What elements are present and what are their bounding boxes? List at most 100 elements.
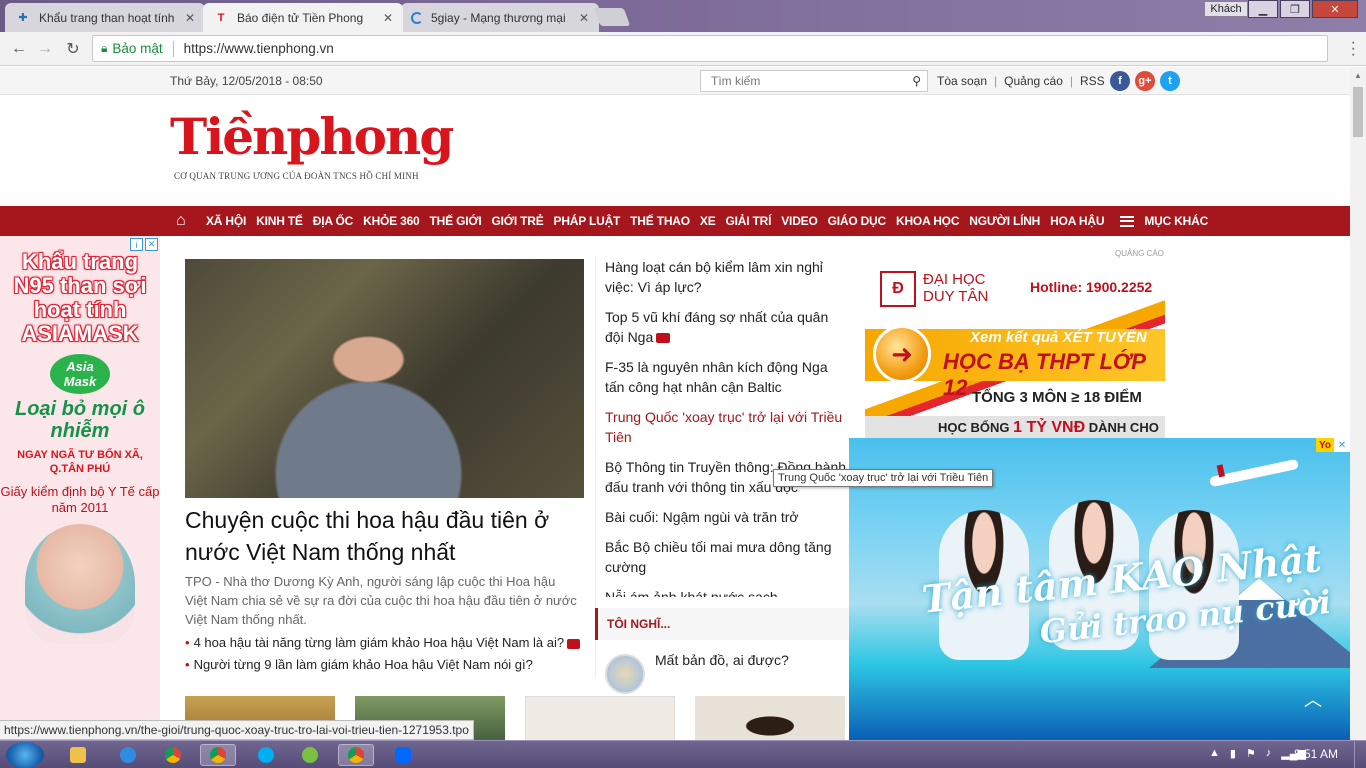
related-link[interactable]: • Người từng 9 lần làm giám khảo Hoa hậu … — [185, 657, 533, 672]
list-item[interactable]: Top 5 vũ khí đáng sợ nhất của quân đội N… — [605, 307, 850, 347]
nav-phap-luat[interactable]: PHÁP LUẬT — [554, 214, 621, 228]
search-input[interactable]: Tìm kiếm ⚲ — [700, 70, 928, 92]
scrollbar-thumb[interactable] — [1353, 87, 1363, 137]
opinion-thumbnail[interactable] — [605, 654, 645, 694]
nav-the-thao[interactable]: THẾ THAO — [630, 214, 690, 228]
nav-gioi-tre[interactable]: GIỚI TRẺ — [492, 214, 544, 228]
chevron-up-icon[interactable]: ︿ — [1304, 686, 1322, 712]
twitter-icon[interactable]: t — [1160, 71, 1180, 91]
reload-icon[interactable]: ↻ — [62, 38, 84, 60]
list-item[interactable]: Bài cuối: Ngậm ngùi và trăn trở — [605, 507, 850, 527]
list-item[interactable]: Bắc Bộ chiều tối mai mưa dông tăng cường — [605, 537, 850, 577]
ad-info-icon[interactable]: i — [130, 238, 143, 251]
tab-5giay[interactable]: 5giay - Mạng thương mại ✕ — [401, 3, 599, 32]
article-thumbnail[interactable] — [525, 696, 675, 740]
ad-close-icon[interactable]: ✕ — [145, 238, 158, 251]
ad-certificate: Giấy kiểm định bộ Y Tế cấp năm 2011 — [0, 484, 160, 515]
ad-close-icon[interactable]: ✕ — [1334, 438, 1350, 452]
article-thumbnail[interactable] — [695, 696, 845, 740]
list-item-title: Trung Quốc 'xoay trục' trở lại với Triều… — [605, 409, 843, 445]
close-tab-icon[interactable]: ✕ — [579, 11, 589, 25]
nav-xe[interactable]: XE — [700, 214, 716, 228]
nav-the-gioi[interactable]: THẾ GIỚI — [430, 214, 482, 228]
browser-toolbar: ← → ↻ 🔒︎ Bảo mật https://www.tienphong.v… — [0, 32, 1366, 66]
network-icon[interactable]: ▮ — [1230, 747, 1236, 760]
minimize-button[interactable]: ▁ — [1248, 0, 1278, 18]
show-desktop-button[interactable] — [1354, 741, 1366, 768]
scholarship-suffix: DÀNH CHO — [1088, 420, 1159, 435]
close-window-button[interactable]: ✕ — [1312, 0, 1358, 18]
chrome-icon[interactable] — [200, 744, 236, 766]
tab-tienphong[interactable]: T Báo điện tử Tiền Phong ✕ — [203, 3, 403, 32]
nav-hoa-hau[interactable]: HOA HẬU — [1050, 214, 1104, 228]
loading-spinner-icon — [411, 11, 423, 24]
start-button[interactable] — [6, 742, 44, 768]
link-rss[interactable]: RSS — [1080, 74, 1105, 88]
new-tab-button[interactable] — [593, 8, 631, 26]
forward-arrow-icon[interactable]: → — [34, 38, 56, 60]
nav-giao-duc[interactable]: GIÁO DỤC — [828, 214, 887, 228]
skype-icon[interactable] — [248, 744, 284, 766]
maximize-button[interactable]: ❐ — [1280, 0, 1310, 18]
profile-button[interactable]: Khách — [1204, 1, 1248, 17]
nav-giai-tri[interactable]: GIẢI TRÍ — [726, 214, 772, 228]
hero-title[interactable]: Chuyện cuộc thi hoa hậu đầu tiên ở nước … — [185, 504, 585, 568]
nav-more[interactable]: MỤC KHÁC — [1120, 214, 1218, 228]
volume-icon[interactable]: ♪ — [1266, 747, 1272, 760]
zalo-icon[interactable] — [385, 744, 421, 766]
airplane-image — [1208, 458, 1300, 488]
link-quang-cao[interactable]: Quảng cáo — [1004, 74, 1063, 88]
taskbar-clock[interactable]: 8:51 AM — [1294, 747, 1338, 761]
explorer-icon[interactable] — [60, 744, 96, 766]
browser-menu-icon[interactable]: · · · — [1351, 35, 1356, 63]
logo-tagline: CƠ QUAN TRUNG ƯƠNG CỦA ĐOÀN TNCS HỒ CHÍ … — [174, 171, 419, 181]
video-icon — [656, 333, 671, 344]
section-heading-toi-nghi[interactable]: TÔI NGHĨ... — [595, 608, 851, 640]
tab-asiamask[interactable]: ✚ Khẩu trang than hoạt tính ✕ — [5, 3, 205, 32]
flag-icon[interactable]: ⚑ — [1246, 747, 1256, 760]
facebook-icon[interactable]: f — [1110, 71, 1130, 91]
list-item[interactable]: Trung Quốc 'xoay trục' trở lại với Triều… — [605, 407, 850, 447]
link-toa-soan[interactable]: Tòa soạn — [937, 74, 987, 88]
nav-kinh-te[interactable]: KINH TẾ — [256, 214, 303, 228]
divider: | — [1069, 74, 1074, 88]
windows-taskbar: ▲ ▮ ⚑ ♪ ▂▄▆ 8:51 AM — [0, 740, 1366, 768]
list-item[interactable]: Hàng loạt cán bộ kiểm lâm xin nghỉ việc:… — [605, 257, 850, 297]
web-page: Thứ Bảy, 12/05/2018 - 08:50 Tìm kiếm ⚲ T… — [0, 67, 1350, 740]
nav-video[interactable]: VIDEO — [781, 214, 818, 228]
opinion-title[interactable]: Mất bản đồ, ai được? — [655, 652, 789, 668]
menu-icon — [1120, 215, 1135, 227]
search-icon[interactable]: ⚲ — [912, 74, 921, 88]
left-banner-ad[interactable]: i ✕ Khẩu trang N95 than sợi hoạt tính ASI… — [0, 236, 160, 740]
nav-nguoi-linh[interactable]: NGƯỜI LÍNH — [969, 214, 1040, 228]
close-tab-icon[interactable]: ✕ — [383, 11, 393, 25]
media-player-icon[interactable] — [110, 744, 146, 766]
home-icon[interactable]: ⌂ — [176, 213, 194, 229]
back-arrow-icon[interactable]: ← — [8, 38, 30, 60]
nav-dia-oc[interactable]: ĐỊA ỐC — [313, 214, 354, 228]
address-bar[interactable]: 🔒︎ Bảo mật https://www.tienphong.vn — [92, 35, 1328, 62]
hero-photo[interactable] — [185, 259, 584, 498]
site-logo[interactable]: Tiềnphong CƠ QUAN TRUNG ƯƠNG CỦA ĐOÀN TN… — [170, 111, 454, 182]
coccoc-icon[interactable] — [292, 744, 328, 766]
ad-badge[interactable]: Yo — [1316, 438, 1334, 452]
scholarship-prefix: HỌC BỔNG — [938, 420, 1010, 435]
page-scrollbar[interactable]: ▲ — [1350, 67, 1366, 740]
close-tab-icon[interactable]: ✕ — [185, 11, 195, 25]
google-plus-icon[interactable]: g+ — [1135, 71, 1155, 91]
list-item[interactable]: Nỗi ám ảnh khát nước sạch — [605, 587, 850, 597]
divider — [172, 40, 174, 57]
tray-arrow-icon[interactable]: ▲ — [1209, 747, 1220, 760]
nav-more-label: MỤC KHÁC — [1144, 214, 1209, 228]
list-item[interactable]: F-35 là nguyên nhân kích động Nga tấn cô… — [605, 357, 850, 397]
nav-khoe-360[interactable]: KHỎE 360 — [363, 214, 420, 228]
chrome-icon[interactable] — [338, 744, 374, 766]
nav-khoa-hoc[interactable]: KHOA HỌC — [896, 214, 959, 228]
nav-xa-hoi[interactable]: XÃ HỘI — [206, 214, 246, 228]
chrome-icon[interactable] — [155, 744, 191, 766]
duy-tan-ad[interactable]: Đ ĐẠI HỌC DUY TÂN Hotline: 1900.2252 ➜ X… — [865, 259, 1165, 439]
related-link[interactable]: • 4 hoa hậu tài năng từng làm giám khảo H… — [185, 635, 581, 650]
list-item-title: Hàng loạt cán bộ kiểm lâm xin nghỉ việc:… — [605, 259, 823, 295]
scroll-up-icon[interactable]: ▲ — [1354, 71, 1362, 80]
news-list: Hàng loạt cán bộ kiểm lâm xin nghỉ việc:… — [605, 257, 850, 597]
